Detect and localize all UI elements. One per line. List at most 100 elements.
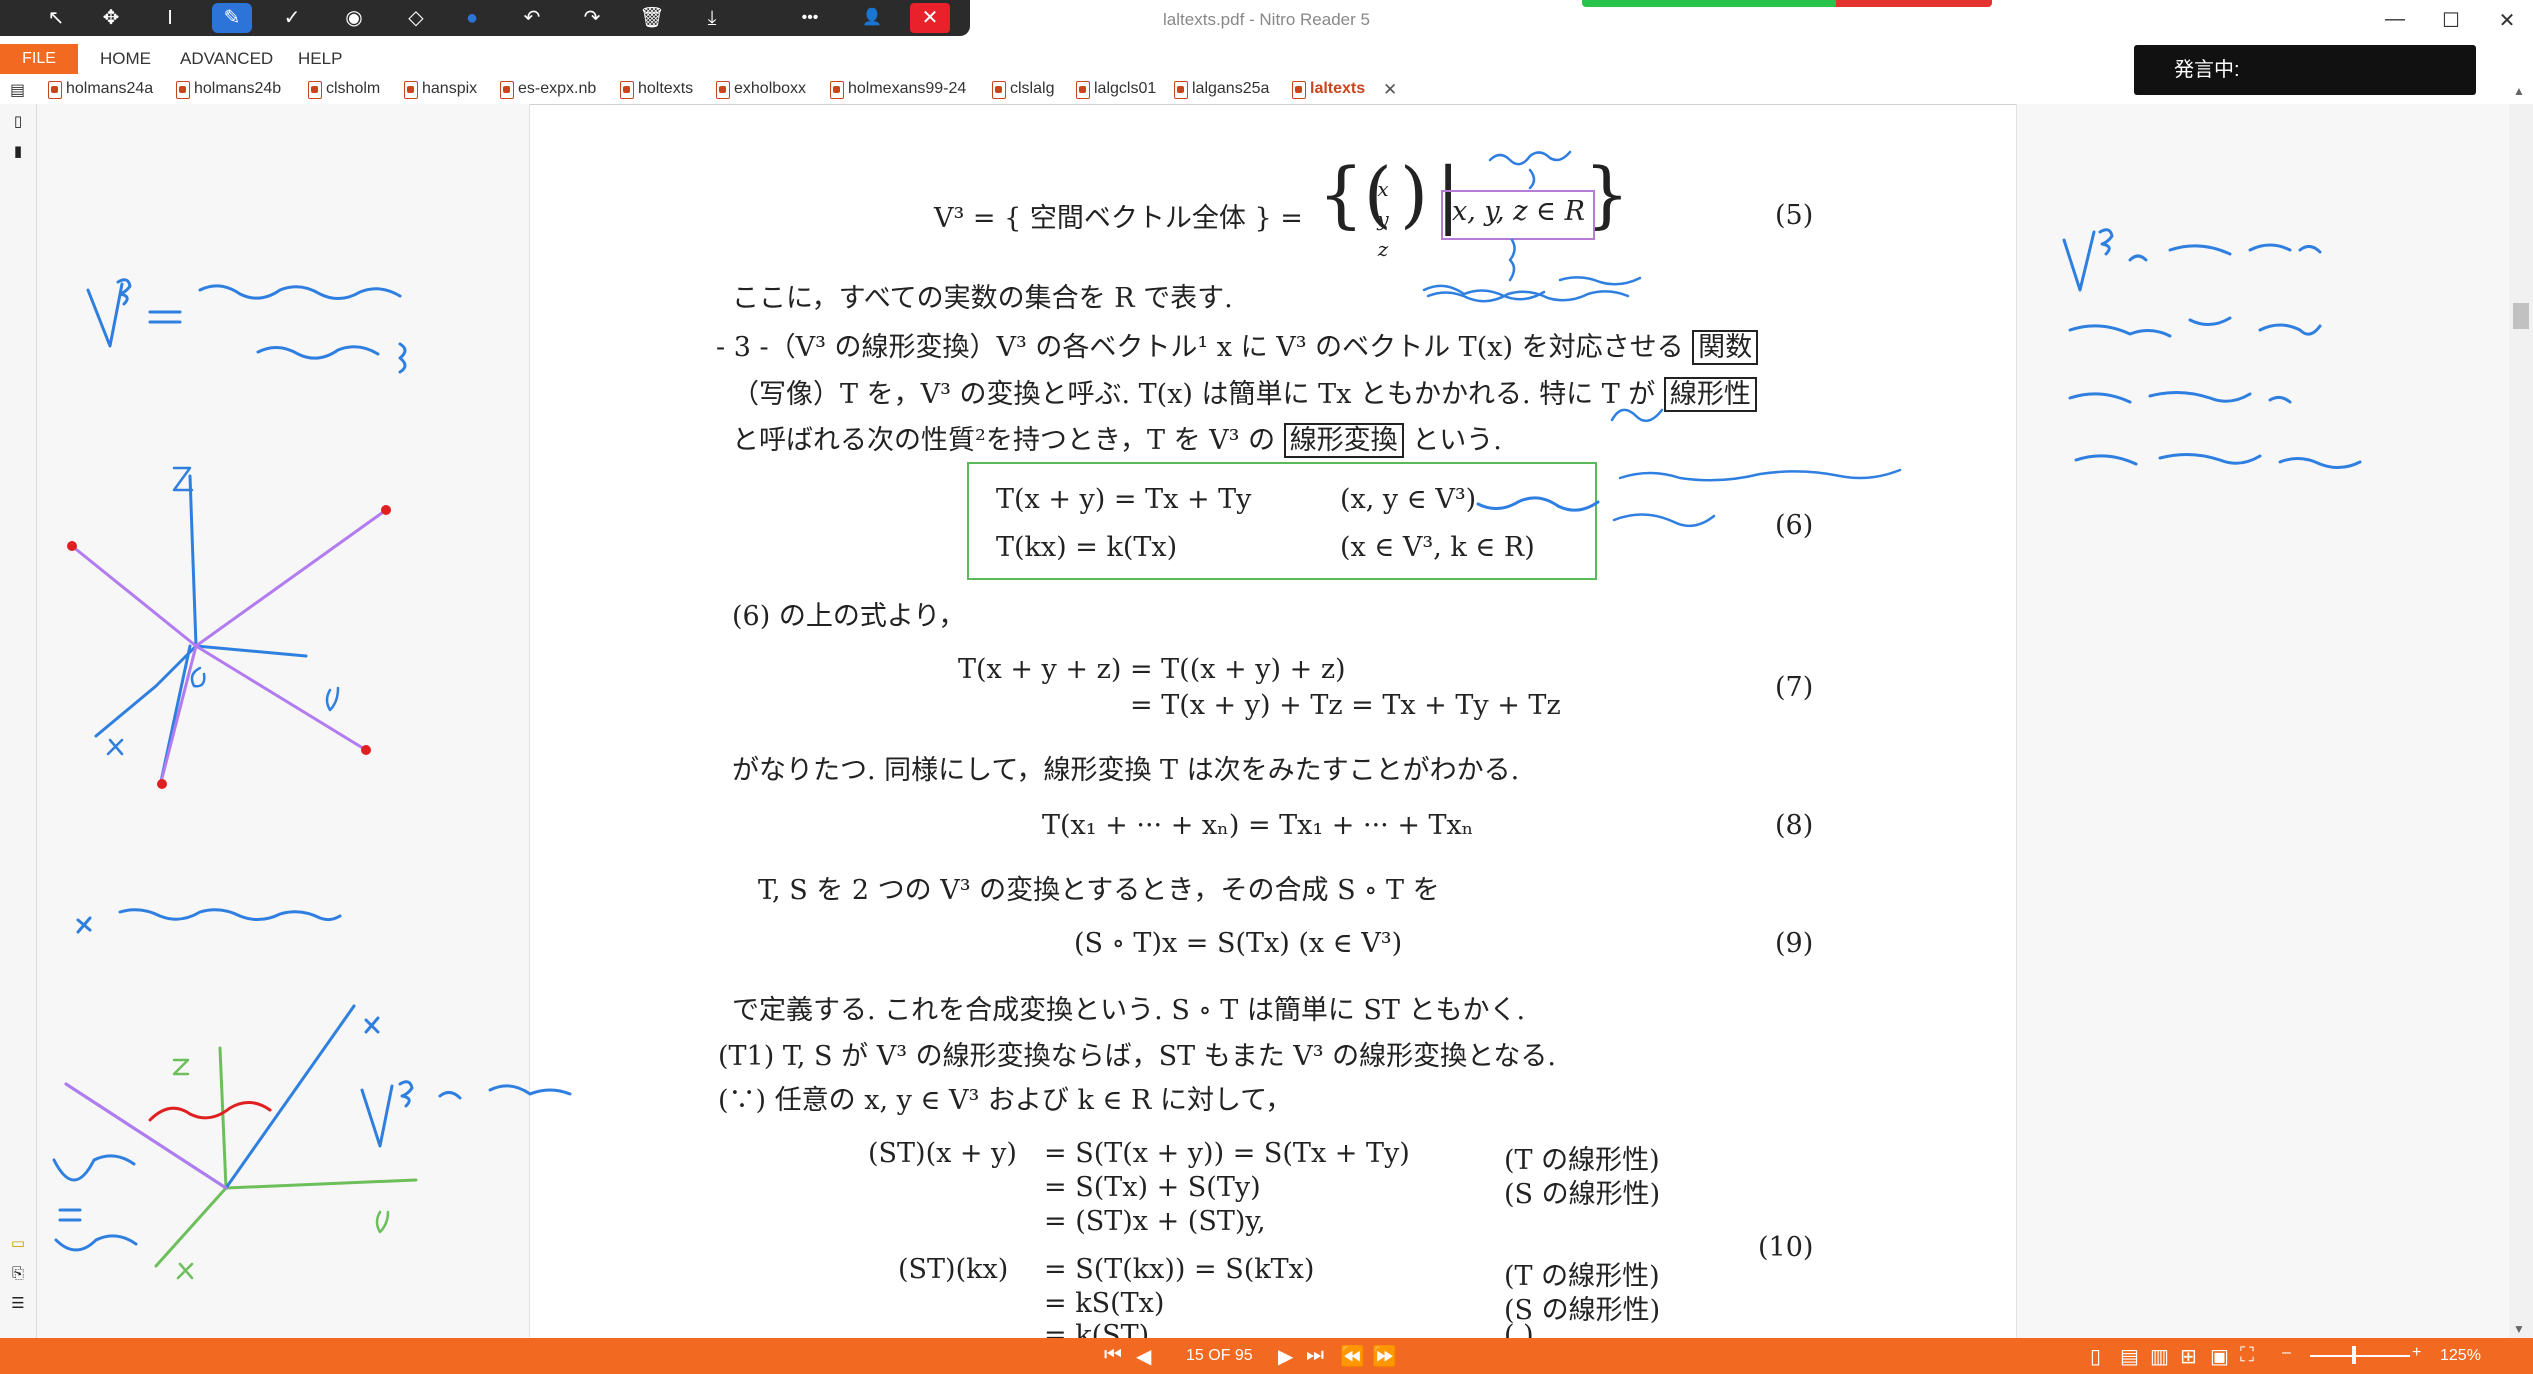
- layers-icon[interactable]: ☰: [8, 1294, 28, 1314]
- undo-icon[interactable]: ↶: [512, 3, 552, 33]
- continuous-view-icon[interactable]: ▤: [2120, 1344, 2139, 1369]
- doc-tab-label: es-expx.nb: [518, 80, 597, 97]
- next-page-icon[interactable]: ▶: [1278, 1344, 1293, 1369]
- trash-icon[interactable]: 🗑: [632, 3, 672, 33]
- pdf-icon: [620, 81, 634, 99]
- select-arrow-icon[interactable]: ↖: [36, 3, 76, 33]
- doc-tab[interactable]: es-expx.nb: [498, 80, 597, 99]
- eq10-row-6-note: ( ): [1504, 1320, 1534, 1338]
- doc-tab-label: holmans24b: [194, 80, 282, 97]
- right-page-margin: [2016, 104, 2509, 1338]
- doc-line-2: - 3 -（V³ の線形変換）V³ の各ベクトル¹ x に V³ のベクトル T…: [716, 325, 1759, 365]
- facing-view-icon[interactable]: ▥: [2150, 1344, 2169, 1369]
- file-menu[interactable]: FILE: [0, 44, 78, 74]
- doc-tab[interactable]: holmans24b: [174, 80, 282, 99]
- eq9-number: (9): [1775, 928, 1814, 959]
- eq10-row-3-rhs: = (ST)x + (ST)y,: [1044, 1206, 1266, 1237]
- more-icon[interactable]: •••: [790, 3, 830, 33]
- stamp-icon[interactable]: ◉: [334, 3, 374, 33]
- eq10-number: (10): [1758, 1232, 1814, 1263]
- move-icon[interactable]: ✥: [91, 3, 131, 33]
- prev-page-icon[interactable]: ◀: [1136, 1344, 1151, 1369]
- redo-icon[interactable]: ↷: [572, 3, 612, 33]
- zoom-out-icon[interactable]: –: [2282, 1344, 2291, 1362]
- eq5-paren-right: ): [1400, 152, 1429, 236]
- minimize-button[interactable]: —: [2377, 8, 2413, 31]
- page-indicator[interactable]: 15 OF 95: [1186, 1347, 1253, 1365]
- doc-line-10: (∵) 任意の x, y ∈ V³ および k ∈ R に対して，: [718, 1085, 1293, 1116]
- eq10-row-2-rhs: = S(Tx) + S(Ty): [1044, 1172, 1261, 1203]
- doc-tab-active[interactable]: laltexts: [1290, 80, 1366, 99]
- doc-tab-label: clsholm: [326, 80, 381, 97]
- ink-scribble: [1488, 150, 1572, 166]
- recording-indicator: [1582, 0, 1992, 7]
- eq8: T(x₁ + ··· + xₙ) = Tx₁ + ··· + Txₙ: [1042, 810, 1474, 841]
- facing-continuous-icon[interactable]: ⊞: [2180, 1344, 2197, 1369]
- menu-help[interactable]: HELP: [298, 49, 342, 69]
- doc-tab-label: lalgcls01: [1094, 80, 1157, 97]
- zoom-slider-track[interactable]: [2310, 1355, 2410, 1357]
- pdf-icon: [404, 81, 418, 99]
- tab-list-icon[interactable]: ▤: [10, 80, 25, 100]
- doc-tab[interactable]: holmexans99-24: [828, 80, 967, 99]
- boxed-term-linear-map: 線形変換: [1283, 423, 1404, 458]
- ink-purple-box: [1441, 190, 1595, 240]
- ink-note-top: [1422, 276, 1642, 301]
- color-icon[interactable]: ●: [452, 3, 492, 33]
- doc-tab[interactable]: lalgans25a: [1172, 80, 1270, 99]
- vertical-scrollbar[interactable]: [2509, 104, 2533, 1338]
- eq9: (S ∘ T)x = S(Tx) (x ∈ V³): [1074, 928, 1403, 959]
- download-icon[interactable]: ⤓: [692, 3, 732, 33]
- doc-tab[interactable]: holtexts: [618, 80, 694, 99]
- menu-advanced[interactable]: ADVANCED: [180, 49, 273, 69]
- zoom-level[interactable]: 125%: [2440, 1347, 2481, 1365]
- eq10-row-4-rhs: = S(T(kx)) = S(kTx): [1044, 1254, 1315, 1285]
- pen-toolbar: ↖ ✥ I ✎ ✓ ◉ ◇ ● ↶ ↷ 🗑 ⤓ ••• 👤 ✕: [0, 0, 970, 36]
- doc-line-9: (T1) T, S が V³ の線形変換ならば，ST もまた V³ の線形変換と…: [718, 1041, 1556, 1072]
- vector-x: x: [1377, 177, 1389, 201]
- doc-tab[interactable]: clsholm: [306, 80, 381, 99]
- ink-scribble: [1426, 290, 1630, 303]
- next-view-icon[interactable]: ⏩: [1372, 1344, 1397, 1369]
- close-window-button[interactable]: ✕: [2489, 8, 2525, 33]
- close-icon[interactable]: ✕: [910, 3, 950, 33]
- eq5-left: V³ = { 空間ベクトル全体 } =: [934, 203, 1303, 234]
- doc-tab-label: holtexts: [638, 80, 694, 97]
- first-page-icon[interactable]: ⏮: [1104, 1344, 1122, 1367]
- pages-icon[interactable]: ▯: [8, 112, 28, 132]
- person-icon[interactable]: 👤: [852, 3, 892, 33]
- text-cursor-icon[interactable]: I: [150, 3, 190, 33]
- bookmarks-icon[interactable]: ▮: [8, 142, 28, 162]
- eq7-line-1: T(x + y + z) = T((x + y) + z): [958, 654, 1346, 685]
- doc-tab[interactable]: hanspix: [402, 80, 477, 99]
- close-tab-icon[interactable]: ✕: [1383, 80, 1397, 100]
- menu-home[interactable]: HOME: [100, 49, 151, 69]
- single-page-view-icon[interactable]: ▯: [2090, 1344, 2101, 1369]
- previous-view-icon[interactable]: ⏪: [1340, 1344, 1365, 1369]
- scroll-down-icon[interactable]: ▼: [2513, 1322, 2525, 1336]
- fit-page-icon[interactable]: ▣: [2210, 1344, 2229, 1369]
- doc-tab[interactable]: exholboxx: [714, 80, 806, 99]
- doc-tab-label: holmexans99-24: [848, 80, 967, 97]
- comments-icon[interactable]: ▭: [8, 1234, 28, 1254]
- eraser-icon[interactable]: ◇: [396, 3, 436, 33]
- zoom-in-icon[interactable]: +: [2412, 1344, 2421, 1362]
- pdf-icon: [48, 81, 62, 99]
- doc-tab[interactable]: clslalg: [990, 80, 1054, 99]
- last-page-icon[interactable]: ⏭: [1306, 1344, 1324, 1367]
- boxed-term-function: 関数: [1692, 330, 1759, 365]
- eq7-number: (7): [1775, 672, 1814, 703]
- doc-tab-label: lalgans25a: [1192, 80, 1270, 97]
- doc-tab-label: laltexts: [1310, 80, 1366, 97]
- check-icon[interactable]: ✓: [272, 3, 312, 33]
- fullscreen-icon[interactable]: ⛶: [2240, 1344, 2254, 1367]
- zoom-slider-thumb[interactable]: [2352, 1346, 2356, 1364]
- scroll-up-icon[interactable]: ▲: [2513, 84, 2525, 98]
- pdf-icon: [992, 81, 1006, 99]
- attachments-icon[interactable]: ⎘: [8, 1264, 28, 1284]
- pen-icon[interactable]: ✎: [212, 3, 252, 33]
- maximize-button[interactable]: ☐: [2433, 8, 2469, 33]
- scroll-thumb[interactable]: [2513, 303, 2529, 329]
- doc-tab[interactable]: lalgcls01: [1074, 80, 1157, 99]
- doc-tab[interactable]: holmans24a: [46, 80, 153, 99]
